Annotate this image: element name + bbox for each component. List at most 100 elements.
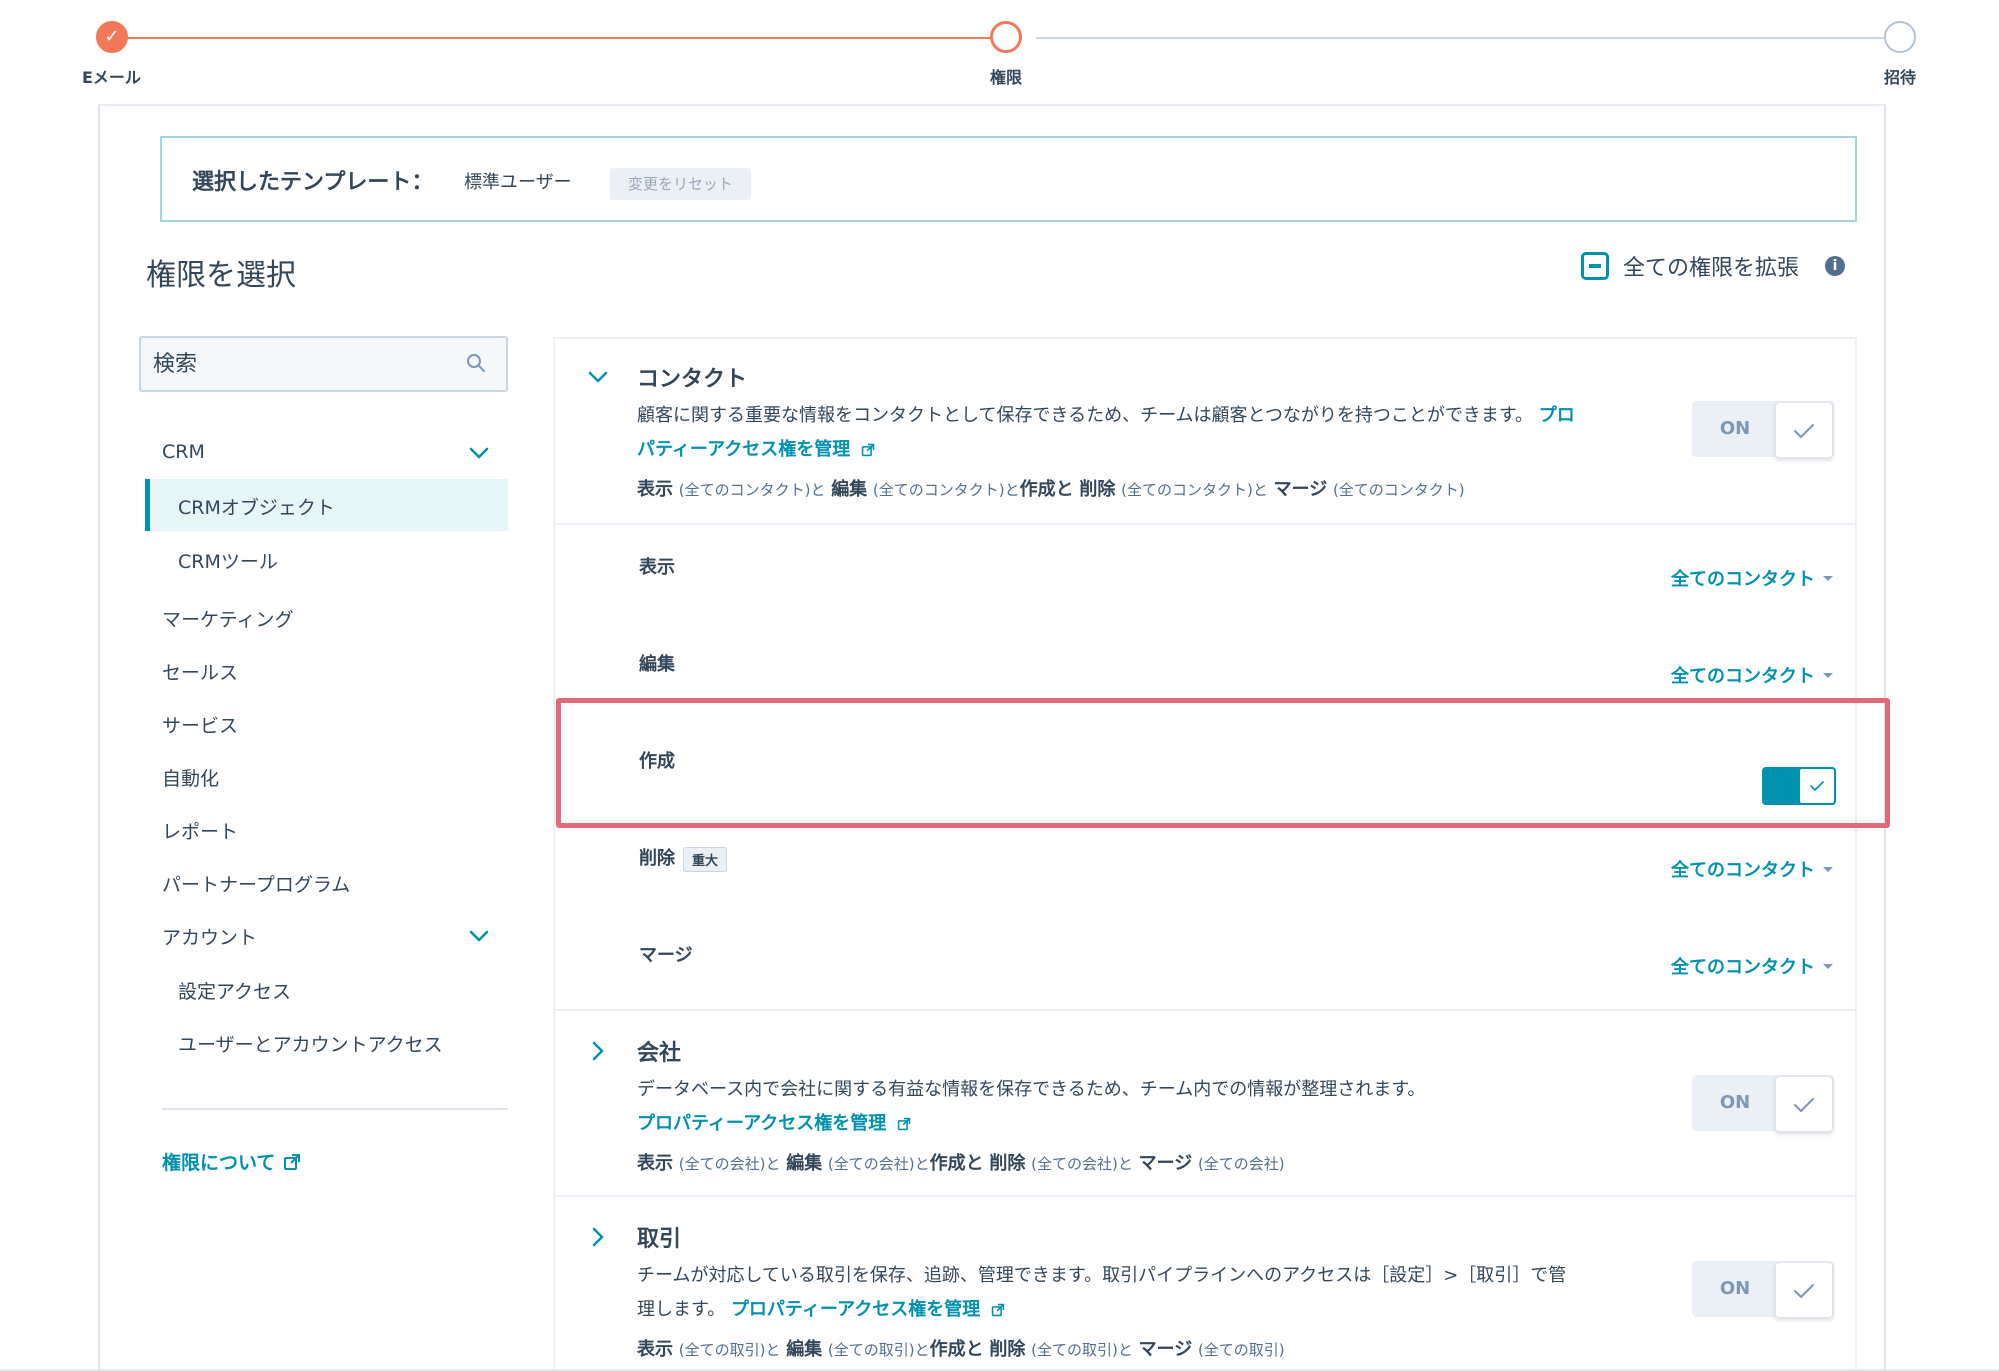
summary-view: 表示 (637, 479, 673, 500)
toggle-on-label: ON (1719, 1092, 1751, 1113)
permission-row-edit: 編集 全てのコンタクト (555, 622, 1855, 718)
search-icon[interactable] (466, 353, 486, 373)
sidebar-item-crm[interactable]: CRM (162, 441, 205, 463)
check-icon (1794, 1284, 1814, 1298)
check-icon (1794, 424, 1814, 438)
chevron-right-icon[interactable] (587, 1040, 609, 1062)
sidebar-item-partner-program[interactable]: パートナープログラム (162, 870, 350, 897)
about-permissions-label[interactable]: 権限について (162, 1148, 275, 1175)
stepper-line-done (112, 37, 1006, 39)
create-permission-toggle[interactable] (1762, 767, 1836, 805)
sidebar-item-sales[interactable]: セールス (162, 658, 238, 685)
permission-row-merge: マージ 全てのコンタクト (555, 913, 1855, 1011)
sidebar-item-settings-access[interactable]: 設定アクセス (178, 977, 291, 1004)
object-description-contacts: 顧客に関する重要な情報をコンタクトとして保存できるため、チームは顧客とつながりを… (637, 399, 1577, 467)
caret-down-icon (1823, 866, 1833, 872)
permission-select-view-value[interactable]: 全てのコンタクト (1671, 565, 1815, 591)
summary-view-scope: (全ての取引)と (678, 1341, 781, 1359)
permission-label-create: 作成 (639, 751, 675, 772)
summary-merge: マージ (1273, 479, 1328, 500)
sidebar-item-service[interactable]: サービス (162, 711, 238, 738)
step-label-email: Eメール (82, 68, 141, 87)
search-input[interactable] (141, 338, 506, 390)
object-section-companies: 会社 データベース内で会社に関する有益な情報を保存できるため、チーム内での情報が… (555, 1011, 1855, 1197)
summary-merge: マージ (1138, 1153, 1193, 1174)
contacts-on-toggle[interactable]: ON (1692, 401, 1834, 458)
summary-merge-scope: (全ての取引) (1197, 1341, 1285, 1359)
permission-row-delete: 削除 重大 全てのコンタクト (555, 816, 1855, 912)
sidebar-item-crm-objects[interactable]: CRMオブジェクト (178, 493, 335, 520)
object-name-deals[interactable]: 取引 (637, 1221, 681, 1253)
contacts-description-text: 顧客に関する重要な情報をコンタクトとして保存できるため、チームは顧客とつながりを… (637, 405, 1534, 426)
step-email-check-icon: ✓ (96, 21, 128, 53)
manage-property-access-label[interactable]: プロパティーアクセス権を管理 (637, 1113, 886, 1134)
chevron-right-icon[interactable] (587, 1226, 609, 1248)
summary-merge-scope: (全ての会社) (1197, 1155, 1285, 1173)
toggle-knob[interactable] (1775, 402, 1833, 458)
object-name-contacts[interactable]: コンタクト (637, 361, 747, 393)
permission-select-merge-value[interactable]: 全てのコンタクト (1671, 953, 1815, 979)
check-icon (1810, 781, 1824, 791)
expand-all-toggle[interactable]: 全ての権限を拡張 i (1581, 250, 1846, 282)
sidebar-item-crm-tools[interactable]: CRMツール (178, 547, 278, 574)
about-permissions-link[interactable]: 権限について (162, 1148, 301, 1175)
summary-delete: 削除 (1079, 479, 1116, 500)
summary-view-scope: (全てのコンタクト)と (678, 481, 826, 499)
reset-changes-button[interactable]: 変更をリセット (610, 168, 752, 200)
chevron-down-icon[interactable] (587, 366, 609, 388)
object-summary-deals: 表示 (全ての取引)と 編集 (全ての取引)と作成と 削除 (全ての取引)と マ… (637, 1335, 1285, 1361)
permission-row-view: 表示 全てのコンタクト (555, 525, 1855, 621)
sidebar-item-marketing[interactable]: マーケティング (162, 605, 293, 632)
permission-label-delete-group: 削除 重大 (639, 844, 728, 872)
external-link-icon (284, 1153, 301, 1170)
summary-edit-scope: (全てのコンタクト)と (872, 481, 1020, 499)
permission-select-edit-value[interactable]: 全てのコンタクト (1671, 662, 1815, 688)
selected-template-box: 選択したテンプレート： 標準ユーザー 変更をリセット (160, 136, 1857, 222)
object-description-companies: データベース内で会社に関する有益な情報を保存できるため、チーム内での情報が整理さ… (637, 1073, 1577, 1141)
permission-select-merge[interactable]: 全てのコンタクト (1671, 953, 1833, 979)
step-label-permissions: 権限 (990, 68, 1023, 87)
permission-label-view: 表示 (639, 557, 675, 578)
permission-select-delete[interactable]: 全てのコンタクト (1671, 856, 1833, 882)
companies-description-text: データベース内で会社に関する有益な情報を保存できるため、チーム内での情報が整理さ… (637, 1079, 1426, 1100)
summary-edit-scope: (全ての会社)と (827, 1155, 930, 1173)
permission-select-view[interactable]: 全てのコンタクト (1671, 565, 1833, 591)
permission-select-delete-value[interactable]: 全てのコンタクト (1671, 856, 1815, 882)
toggle-knob[interactable] (1798, 767, 1836, 805)
chevron-down-icon[interactable] (468, 442, 490, 464)
manage-property-access-label[interactable]: プロパティーアクセス権を管理 (731, 1299, 980, 1320)
info-icon[interactable]: i (1825, 256, 1846, 276)
sidebar-item-user-account-access[interactable]: ユーザーとアカウントアクセス (178, 1030, 443, 1057)
external-link-icon (861, 443, 874, 457)
permissions-panel: コンタクト 顧客に関する重要な情報をコンタクトとして保存できるため、チームは顧客… (553, 337, 1857, 1369)
permission-select-edit[interactable]: 全てのコンタクト (1671, 662, 1833, 688)
check-icon (1794, 1098, 1814, 1112)
permission-label-merge: マージ (639, 945, 693, 966)
sidebar-item-automation[interactable]: 自動化 (162, 764, 219, 791)
summary-merge: マージ (1138, 1339, 1193, 1360)
object-name-companies[interactable]: 会社 (637, 1035, 681, 1067)
summary-delete: 削除 (989, 1153, 1026, 1174)
chevron-down-icon[interactable] (468, 925, 490, 947)
template-name: 標準ユーザー (464, 172, 572, 193)
manage-property-access-link[interactable]: プロパティーアクセス権を管理 (637, 1113, 911, 1134)
deals-on-toggle[interactable]: ON (1692, 1261, 1834, 1318)
step-label-invite: 招待 (1884, 68, 1917, 87)
toggle-on-label: ON (1719, 1278, 1751, 1299)
sidebar-item-reports[interactable]: レポート (162, 817, 238, 844)
search-field[interactable] (139, 336, 508, 392)
toggle-knob[interactable] (1775, 1262, 1833, 1318)
manage-property-access-link[interactable]: プロパティーアクセス権を管理 (731, 1299, 1005, 1320)
collapse-square-icon[interactable] (1581, 252, 1609, 280)
sidebar-item-account[interactable]: アカウント (162, 923, 257, 950)
toggle-knob[interactable] (1775, 1076, 1833, 1132)
summary-edit-scope: (全ての取引)と (827, 1341, 930, 1359)
page-title: 権限を選択 (146, 258, 296, 293)
sidebar-divider (162, 1108, 508, 1110)
caret-down-icon (1823, 575, 1833, 581)
summary-view-scope: (全ての会社)と (678, 1155, 781, 1173)
companies-on-toggle[interactable]: ON (1692, 1075, 1834, 1132)
object-section-contacts: コンタクト 顧客に関する重要な情報をコンタクトとして保存できるため、チームは顧客… (555, 339, 1855, 525)
step-permissions-dot (990, 21, 1022, 53)
expand-all-label: 全ての権限を拡張 (1623, 256, 1800, 281)
